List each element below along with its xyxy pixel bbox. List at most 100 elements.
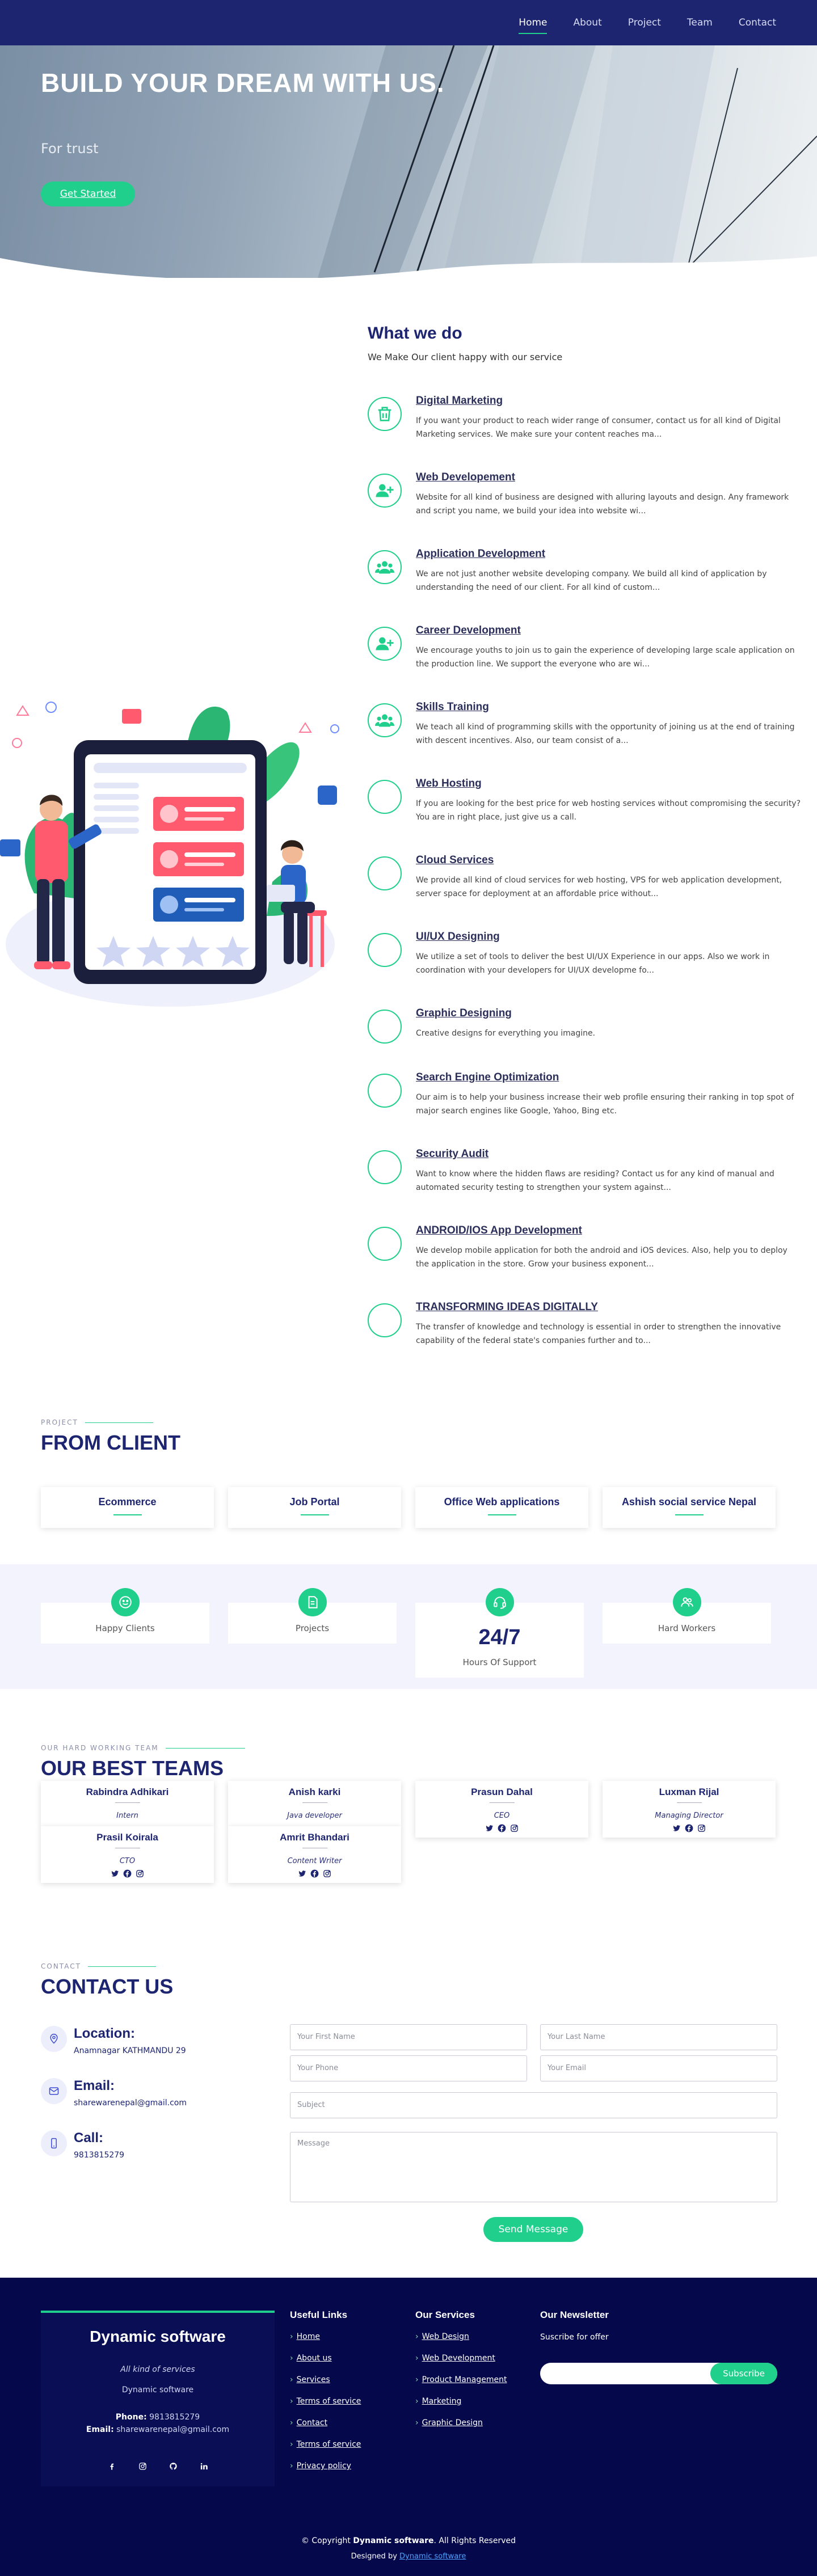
footer-link-item[interactable]: › Web Development <box>415 2354 507 2363</box>
service-title[interactable]: Digital Marketing <box>416 395 503 407</box>
empty-icon-circle <box>368 1074 402 1108</box>
service-title[interactable]: UI/UX Designing <box>416 931 500 943</box>
stat-hard-workers: Hard Workers <box>603 1588 771 1644</box>
service-title[interactable]: Web Hosting <box>416 778 482 790</box>
service-title[interactable]: TRANSFORMING IDEAS DIGITALLY <box>416 1301 598 1314</box>
project-card[interactable]: Ashish social service Nepal <box>603 1487 776 1528</box>
service-title[interactable]: Career Development <box>416 624 521 637</box>
facebook-icon[interactable] <box>498 1824 506 1835</box>
envelope-icon <box>41 2078 67 2104</box>
hero-title: BUILD YOUR DREAM WITH US. <box>41 68 445 98</box>
footer-social-links <box>41 2458 275 2474</box>
project-card[interactable]: Job Portal <box>228 1487 401 1528</box>
facebook-icon[interactable] <box>123 1869 132 1880</box>
smile-icon <box>111 1588 140 1616</box>
document-icon <box>298 1588 327 1616</box>
footer-link-item[interactable]: › Product Management <box>415 2375 507 2384</box>
nav-item-about[interactable]: About <box>573 17 601 28</box>
contact-info-value[interactable]: sharewarenepal@gmail.com <box>74 2098 187 2108</box>
subscribe-button[interactable]: Subscribe <box>710 2363 777 2384</box>
service-title[interactable]: Graphic Designing <box>416 1007 512 1020</box>
stat-projects: Projects <box>228 1588 397 1644</box>
nav-item-contact[interactable]: Contact <box>739 17 776 28</box>
service-title[interactable]: Security Audit <box>416 1148 488 1160</box>
subject-field[interactable]: Subject <box>290 2092 777 2118</box>
top-navbar: Home About Project Team Contact <box>0 0 817 45</box>
last-name-field[interactable]: Your Last Name <box>540 2024 777 2050</box>
footer-link-item[interactable]: › Privacy policy <box>290 2461 361 2471</box>
empty-icon-circle <box>368 1227 402 1261</box>
contact-info-title: Email: <box>74 2078 115 2093</box>
empty-icon-circle <box>368 856 402 890</box>
service-text: Our aim is to help your business increas… <box>416 1093 794 1116</box>
project-name: Ashish social service Nepal <box>621 1496 757 1507</box>
service-title[interactable]: Skills Training <box>416 701 489 713</box>
footer-link-item[interactable]: › Contact <box>290 2418 361 2427</box>
footer-link-item[interactable]: › Terms of service <box>290 2397 361 2406</box>
nav-item-project[interactable]: Project <box>628 17 661 28</box>
footer-link-item[interactable]: › Home <box>290 2332 361 2341</box>
headset-icon <box>485 1588 514 1616</box>
service-title[interactable]: Cloud Services <box>416 854 494 867</box>
service-title[interactable]: Web Developement <box>416 471 515 484</box>
project-title: FROM CLIENT <box>41 1431 180 1454</box>
footer-column-title: Useful Links <box>290 2309 348 2320</box>
twitter-icon[interactable] <box>485 1824 494 1835</box>
footer-brand-box: Dynamic software All kind of services Dy… <box>41 2311 275 2486</box>
newsletter-text: Suscribe for offer <box>540 2333 609 2342</box>
service-text: We teach all kind of programming skills … <box>416 723 795 745</box>
project-card[interactable]: Ecommerce <box>41 1487 214 1528</box>
instagram-icon[interactable] <box>134 2458 150 2474</box>
footer-column-title: Our Services <box>415 2309 475 2320</box>
facebook-icon[interactable] <box>104 2458 120 2474</box>
facebook-icon[interactable] <box>310 1869 319 1880</box>
team-kicker: OUR HARD WORKING TEAM <box>41 1744 245 1752</box>
nav-menu: Home About Project Team Contact <box>519 0 776 45</box>
member-name: Luxman Rijal <box>659 1787 719 1797</box>
first-name-field[interactable]: Your First Name <box>290 2024 527 2050</box>
copyright: © Copyright Dynamic software. All Rights… <box>301 2536 516 2545</box>
twitter-icon[interactable] <box>672 1824 681 1835</box>
footer-link-item[interactable]: › Services <box>290 2375 361 2384</box>
contact-info-value[interactable]: 9813815279 <box>74 2151 124 2160</box>
github-icon[interactable] <box>165 2458 181 2474</box>
phone-field[interactable]: Your Phone <box>290 2055 527 2081</box>
message-textarea[interactable]: Message <box>290 2132 777 2202</box>
nav-item-team[interactable]: Team <box>687 17 713 28</box>
service-text: The transfer of knowledge and technology… <box>416 1323 781 1345</box>
footer-link-item[interactable]: › About us <box>290 2354 361 2363</box>
email-field[interactable]: Your Email <box>540 2055 777 2081</box>
footer-link-item[interactable]: › Graphic Design <box>415 2418 507 2427</box>
empty-icon-circle <box>368 933 402 967</box>
footer-link-item[interactable]: › Marketing <box>415 2397 507 2406</box>
hero-subtitle: For trust <box>41 141 99 157</box>
linkedin-icon[interactable] <box>196 2458 212 2474</box>
project-card[interactable]: Office Web applications <box>415 1487 588 1528</box>
footer-our-services: Our Services › Web Design › Web Developmen… <box>415 2309 507 2440</box>
designed-by: Designed by Dynamic software <box>351 2552 466 2561</box>
twitter-icon[interactable] <box>111 1869 119 1880</box>
instagram-icon[interactable] <box>136 1869 144 1880</box>
footer-phone: Phone: 9813815279 <box>115 2413 200 2422</box>
service-title[interactable]: ANDROID/IOS App Development <box>416 1224 582 1237</box>
instagram-icon[interactable] <box>697 1824 706 1835</box>
twitter-icon[interactable] <box>298 1869 306 1880</box>
service-title[interactable]: Search Engine Optimization <box>416 1071 559 1084</box>
nav-item-home[interactable]: Home <box>519 17 548 34</box>
service-text: If you are looking for the best price fo… <box>416 799 801 822</box>
get-started-button[interactable]: Get Started <box>41 181 135 206</box>
facebook-icon[interactable] <box>685 1824 693 1835</box>
footer-link-item[interactable]: › Terms of service <box>290 2440 361 2449</box>
footer-link-item[interactable]: › Web Design <box>415 2332 507 2341</box>
empty-icon-circle <box>368 780 402 814</box>
stat-happy-clients: Happy Clients <box>41 1588 209 1644</box>
service-title[interactable]: Application Development <box>416 548 545 560</box>
designer-link[interactable]: Dynamic software <box>399 2552 466 2561</box>
footer-useful-links: Useful Links › Home › About us › Services ›… <box>290 2309 361 2483</box>
member-role: Content Writer <box>287 1857 342 1865</box>
team-card: Prasil Koirala CTO <box>41 1826 214 1883</box>
send-message-button[interactable]: Send Message <box>483 2217 583 2242</box>
instagram-icon[interactable] <box>510 1824 519 1835</box>
instagram-icon[interactable] <box>323 1869 331 1880</box>
service-text: We provide all kind of cloud services fo… <box>416 876 782 898</box>
